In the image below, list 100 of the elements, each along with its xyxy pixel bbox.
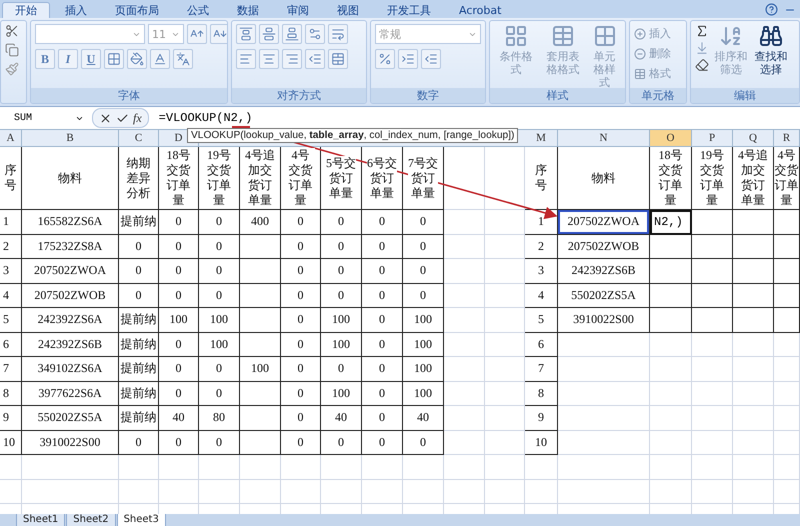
- align-right-button[interactable]: [282, 49, 302, 69]
- orientation-button[interactable]: [305, 24, 325, 44]
- ribbon-tab[interactable]: 开发工具: [374, 2, 444, 18]
- editing-button[interactable]: 查找和选择: [753, 24, 789, 76]
- font-name-field[interactable]: [35, 24, 145, 44]
- copy-icon[interactable]: [5, 43, 19, 57]
- empty-cell: [525, 480, 558, 504]
- empty-cell: [199, 480, 240, 504]
- table-cell: 0: [159, 430, 199, 455]
- cancel-icon[interactable]: [99, 112, 112, 124]
- table-cell: 3: [525, 259, 558, 284]
- table-cell: 400: [240, 210, 281, 234]
- empty-cell: [733, 357, 774, 382]
- align-middle-button[interactable]: [259, 24, 279, 44]
- column-header[interactable]: R: [774, 130, 800, 146]
- empty-cell: [485, 455, 525, 480]
- empty-cell: [485, 284, 525, 308]
- sheet-tab[interactable]: Sheet2: [66, 514, 116, 526]
- check-icon[interactable]: [116, 112, 129, 124]
- group-label: 数字: [371, 88, 485, 103]
- grow-font-button[interactable]: [187, 24, 207, 44]
- format-button[interactable]: I: [58, 49, 78, 69]
- table-cell: 0: [281, 210, 321, 234]
- empty-cell: [485, 430, 525, 455]
- empty-cell: [485, 357, 525, 382]
- decrease-decimal-button[interactable]: [421, 49, 441, 69]
- active-cell[interactable]: N2,): [650, 210, 692, 234]
- ribbon-tab[interactable]: 审阅: [274, 2, 322, 18]
- table-cell: 0: [281, 284, 321, 308]
- insert-function-button[interactable]: fx: [133, 110, 142, 126]
- phonetic-button[interactable]: [173, 49, 193, 69]
- percent-button[interactable]: [375, 49, 395, 69]
- sheet-tab[interactable]: Sheet1: [16, 514, 66, 526]
- empty-cell: [692, 259, 733, 284]
- column-header[interactable]: Q: [733, 130, 774, 146]
- header-cell: 18号交货订单量: [159, 147, 199, 210]
- fill-color-button[interactable]: [127, 49, 147, 69]
- align-left-button[interactable]: [236, 49, 256, 69]
- table-cell: 0: [403, 210, 444, 234]
- empty-cell: [774, 210, 800, 234]
- empty-cell: [0, 480, 22, 504]
- table-cell: 0: [362, 234, 403, 259]
- table-cell: 提前纳: [119, 382, 159, 406]
- outdent-button[interactable]: [305, 49, 325, 69]
- column-header[interactable]: B: [22, 130, 119, 146]
- table-cell: 0: [281, 382, 321, 406]
- help-icon[interactable]: [765, 3, 778, 16]
- column-header[interactable]: O: [650, 130, 692, 146]
- table-cell: 0: [362, 382, 403, 406]
- group-label: 单元格: [630, 88, 686, 103]
- empty-cell: [281, 455, 321, 480]
- table-cell: 8: [0, 382, 22, 406]
- group-label: 编辑: [691, 88, 799, 103]
- table-cell: 1: [525, 210, 558, 234]
- table-cell: 550202ZS5A: [558, 284, 650, 308]
- format-button[interactable]: U: [81, 49, 101, 69]
- column-header[interactable]: M: [525, 130, 558, 146]
- increase-decimal-button[interactable]: [398, 49, 418, 69]
- align-top-button[interactable]: [236, 24, 256, 44]
- empty-cell: [733, 406, 774, 430]
- ribbon-tab[interactable]: 视图: [324, 2, 372, 18]
- ribbon-tab[interactable]: 数据: [224, 2, 272, 18]
- table-cell: 0: [321, 357, 362, 382]
- empty-cell: [485, 406, 525, 430]
- column-header[interactable]: A: [0, 130, 22, 146]
- ribbon-tab[interactable]: 公式: [174, 2, 222, 18]
- font-color-button[interactable]: [150, 49, 170, 69]
- align-middle-icon: [262, 27, 276, 41]
- ribbon-tab[interactable]: 页面布局: [102, 2, 172, 18]
- table-cell: 100: [321, 308, 362, 332]
- table-cell: 100: [321, 332, 362, 357]
- table-cell: 0: [321, 234, 362, 259]
- align-bottom-button[interactable]: [282, 24, 302, 44]
- name-box[interactable]: SUM: [0, 109, 88, 127]
- merge-button[interactable]: [328, 49, 348, 69]
- align-center-button[interactable]: [259, 49, 279, 69]
- column-header[interactable]: C: [119, 130, 159, 146]
- brush-icon[interactable]: [5, 62, 19, 76]
- scissors-icon[interactable]: [5, 24, 19, 38]
- wrap-text-button[interactable]: [328, 24, 348, 44]
- eraser-icon[interactable]: [695, 58, 709, 72]
- shrink-font-button[interactable]: [210, 24, 227, 44]
- sum-icon[interactable]: [695, 24, 709, 38]
- format-button[interactable]: B: [35, 49, 55, 69]
- formula-field[interactable]: =VLOOKUP(N2,): [152, 111, 252, 125]
- table-cell: 0: [403, 234, 444, 259]
- empty-cell: [485, 259, 525, 284]
- empty-cell: [159, 480, 199, 504]
- column-header[interactable]: P: [692, 130, 733, 146]
- header-cell: 19号交货订单量: [199, 147, 240, 210]
- table-cell: 0: [159, 234, 199, 259]
- border-button[interactable]: [104, 49, 124, 69]
- table-cell: 175232ZS8A: [22, 234, 119, 259]
- ribbon-tab[interactable]: 插入: [52, 2, 100, 18]
- ribbon-tab[interactable]: 开始: [2, 2, 50, 18]
- ribbon-tab[interactable]: Acrobat: [446, 2, 514, 18]
- merge-cells-icon: [331, 52, 345, 66]
- empty-cell: [240, 259, 281, 284]
- sheet-tab[interactable]: Sheet3: [116, 514, 166, 526]
- table-cell: 7: [525, 357, 558, 382]
